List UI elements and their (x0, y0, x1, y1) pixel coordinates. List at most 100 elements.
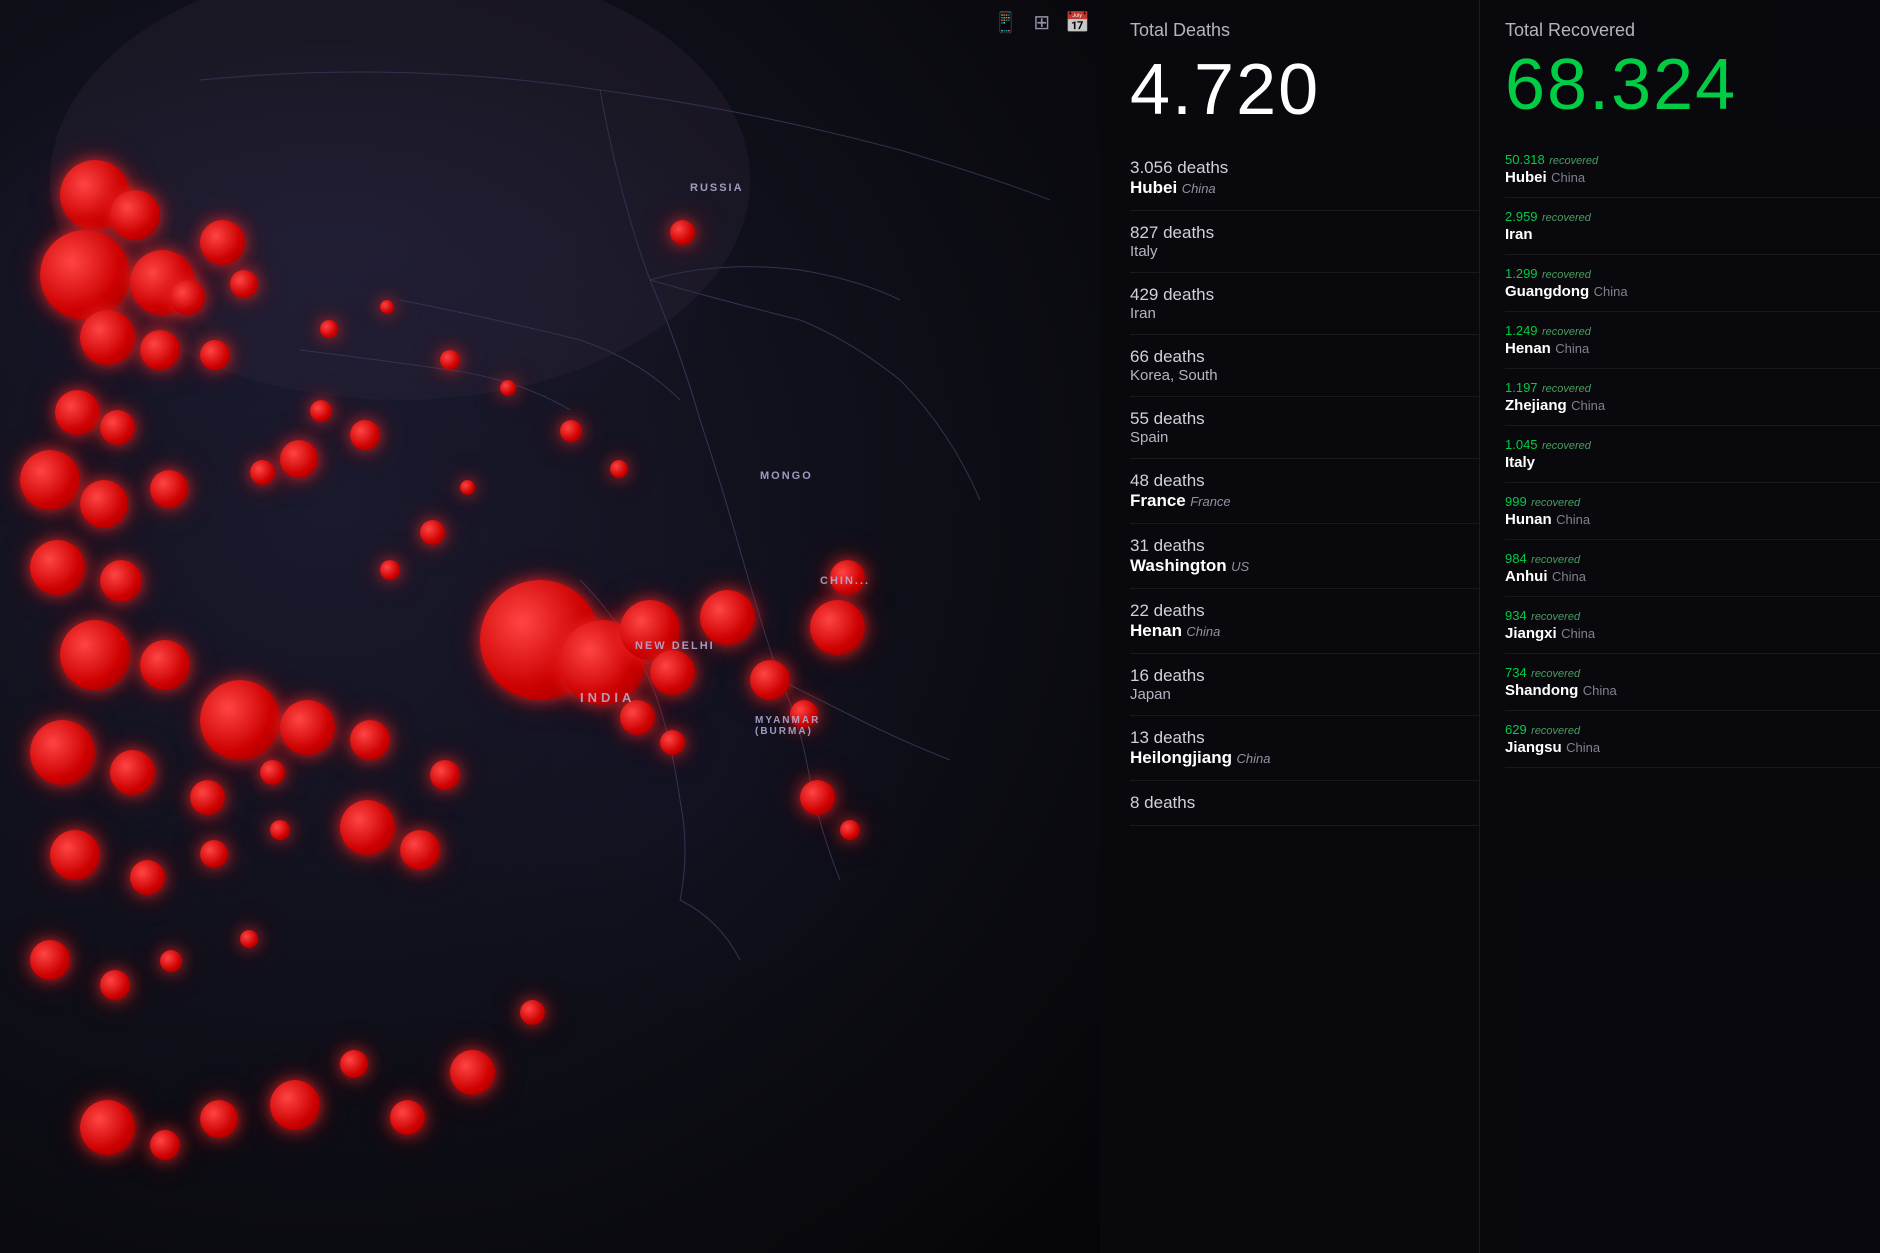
outbreak-dot (460, 480, 475, 495)
death-location-iran: Iran (1130, 305, 1479, 322)
recovered-item-italy: 1.045 recovered Italy (1505, 426, 1880, 483)
recovered-label-italy: recovered (1542, 440, 1591, 452)
outbreak-dot (380, 300, 394, 314)
recovered-region-jiangsu: China (1566, 740, 1600, 755)
recovered-loc-jiangsu: Jiangsu (1505, 739, 1562, 756)
recovered-label-jiangsu: recovered (1531, 725, 1580, 737)
outbreak-dot (200, 1100, 238, 1138)
outbreak-dot (350, 420, 380, 450)
recovered-loc-shandong: Shandong (1505, 682, 1578, 699)
outbreak-dot (150, 470, 188, 508)
outbreak-dot (400, 830, 440, 870)
recovered-loc-hunan: Hunan (1505, 511, 1552, 528)
death-location-italy: Italy (1130, 243, 1479, 260)
outbreak-dot (390, 1100, 425, 1135)
recovered-count-zhejiang: 1.197 (1505, 380, 1538, 395)
outbreak-dot (50, 830, 100, 880)
recovered-region-jiangxi: China (1561, 626, 1595, 641)
outbreak-dot (660, 730, 685, 755)
death-count-japan: 16 deaths (1130, 666, 1479, 686)
death-count-heilongjiang: 13 deaths (1130, 728, 1479, 748)
recovered-loc-anhui: Anhui (1505, 568, 1548, 585)
outbreak-dot (140, 330, 180, 370)
recovered-region-shandong: China (1583, 683, 1617, 698)
recovered-label-hunan: recovered (1531, 497, 1580, 509)
recovered-item-shandong: 734 recovered Shandong China (1505, 654, 1880, 711)
recovered-loc-guangdong: Guangdong (1505, 283, 1589, 300)
recovered-item-iran: 2.959 recovered Iran (1505, 198, 1880, 255)
death-item-japan: 16 deaths Japan (1130, 654, 1479, 716)
recovered-label-jiangxi: recovered (1531, 611, 1580, 623)
recovered-label-henan: recovered (1542, 326, 1591, 338)
death-region-hubei: China (1182, 181, 1216, 196)
death-item-henan: 22 deaths Henan China (1130, 589, 1479, 654)
total-recovered-value: 68.324 (1505, 49, 1880, 121)
recovered-loc-hubei: Hubei (1505, 169, 1547, 186)
recovered-count-guangdong: 1.299 (1505, 266, 1538, 281)
outbreak-dot (450, 1050, 495, 1095)
outbreak-dot (140, 640, 190, 690)
death-count-hubei: 3.056 deaths (1130, 158, 1228, 178)
outbreak-dot (340, 800, 395, 855)
total-deaths-value: 4.720 (1130, 54, 1479, 126)
map-label-china: CHIN... (820, 575, 870, 587)
recovered-count-hubei: 50.318 (1505, 152, 1545, 167)
recovered-count-italy-r: 1.045 (1505, 437, 1538, 452)
recovered-column: Total Recovered 68.324 50.318 recovered … (1480, 0, 1880, 1253)
outbreak-dot (200, 340, 230, 370)
map-label-india: INDIA (580, 690, 635, 705)
outbreak-dot (320, 320, 338, 338)
outbreak-dot (80, 310, 135, 365)
outbreak-dot (200, 220, 245, 265)
recovered-count-anhui: 984 (1505, 551, 1527, 566)
recovered-item-henan: 1.249 recovered Henan China (1505, 312, 1880, 369)
recovered-region-zhejiang: China (1571, 398, 1605, 413)
outbreak-dot (130, 860, 165, 895)
recovered-count-henan-r: 1.249 (1505, 323, 1538, 338)
outbreak-dot (40, 230, 130, 320)
death-count-washington: 31 deaths (1130, 536, 1479, 556)
recovered-region-henan: China (1555, 341, 1589, 356)
outbreak-dot (800, 780, 835, 815)
death-location-washington: Washington (1130, 556, 1227, 575)
recovered-label-zhejiang: recovered (1542, 383, 1591, 395)
phone-icon[interactable]: 📱 (993, 10, 1018, 35)
recovered-loc-italy: Italy (1505, 454, 1535, 471)
death-item-spain: 55 deaths Spain (1130, 397, 1479, 459)
outbreak-dot (430, 760, 460, 790)
death-location-spain: Spain (1130, 429, 1479, 446)
recovered-item-zhejiang: 1.197 recovered Zhejiang China (1505, 369, 1880, 426)
outbreak-dot (270, 820, 290, 840)
outbreak-dot (200, 840, 228, 868)
outbreak-dot (240, 930, 258, 948)
outbreak-dot (30, 720, 95, 785)
right-panel: Total Deaths 4.720 3.056 deaths Hubei Ch… (1100, 0, 1880, 1253)
outbreak-dot (440, 350, 460, 370)
grid-icon[interactable]: ⊞ (1033, 10, 1050, 35)
recovered-loc-zhejiang: Zhejiang (1505, 397, 1567, 414)
recovered-region-hunan: China (1556, 512, 1590, 527)
recovered-header: Total Recovered (1505, 20, 1880, 41)
outbreak-dot (100, 560, 142, 602)
death-item-korea: 66 deaths Korea, South (1130, 335, 1479, 397)
death-location-france: France (1130, 491, 1186, 510)
map-label-myanmar: MYANMAR(BURMA) (755, 715, 820, 737)
outbreak-dot (30, 540, 85, 595)
recovered-loc-jiangxi: Jiangxi (1505, 625, 1557, 642)
death-count-italy: 827 deaths (1130, 223, 1479, 243)
outbreak-dot (520, 1000, 545, 1025)
outbreak-dot (280, 700, 335, 755)
death-count-8: 8 deaths (1130, 793, 1479, 813)
outbreak-dot (110, 190, 160, 240)
death-region-heilongjiang: China (1236, 751, 1270, 766)
death-count-henan: 22 deaths (1130, 601, 1479, 621)
recovered-label-shandong: recovered (1531, 668, 1580, 680)
outbreak-dot (810, 600, 865, 655)
death-location-japan: Japan (1130, 686, 1479, 703)
outbreak-dot (340, 1050, 368, 1078)
recovered-item-hubei: 50.318 recovered Hubei China (1505, 141, 1880, 198)
map-label-mongo: MONGO (760, 470, 813, 482)
outbreak-dot (270, 1080, 320, 1130)
outbreak-dot (20, 450, 80, 510)
calendar-icon[interactable]: 📅 (1065, 10, 1090, 35)
